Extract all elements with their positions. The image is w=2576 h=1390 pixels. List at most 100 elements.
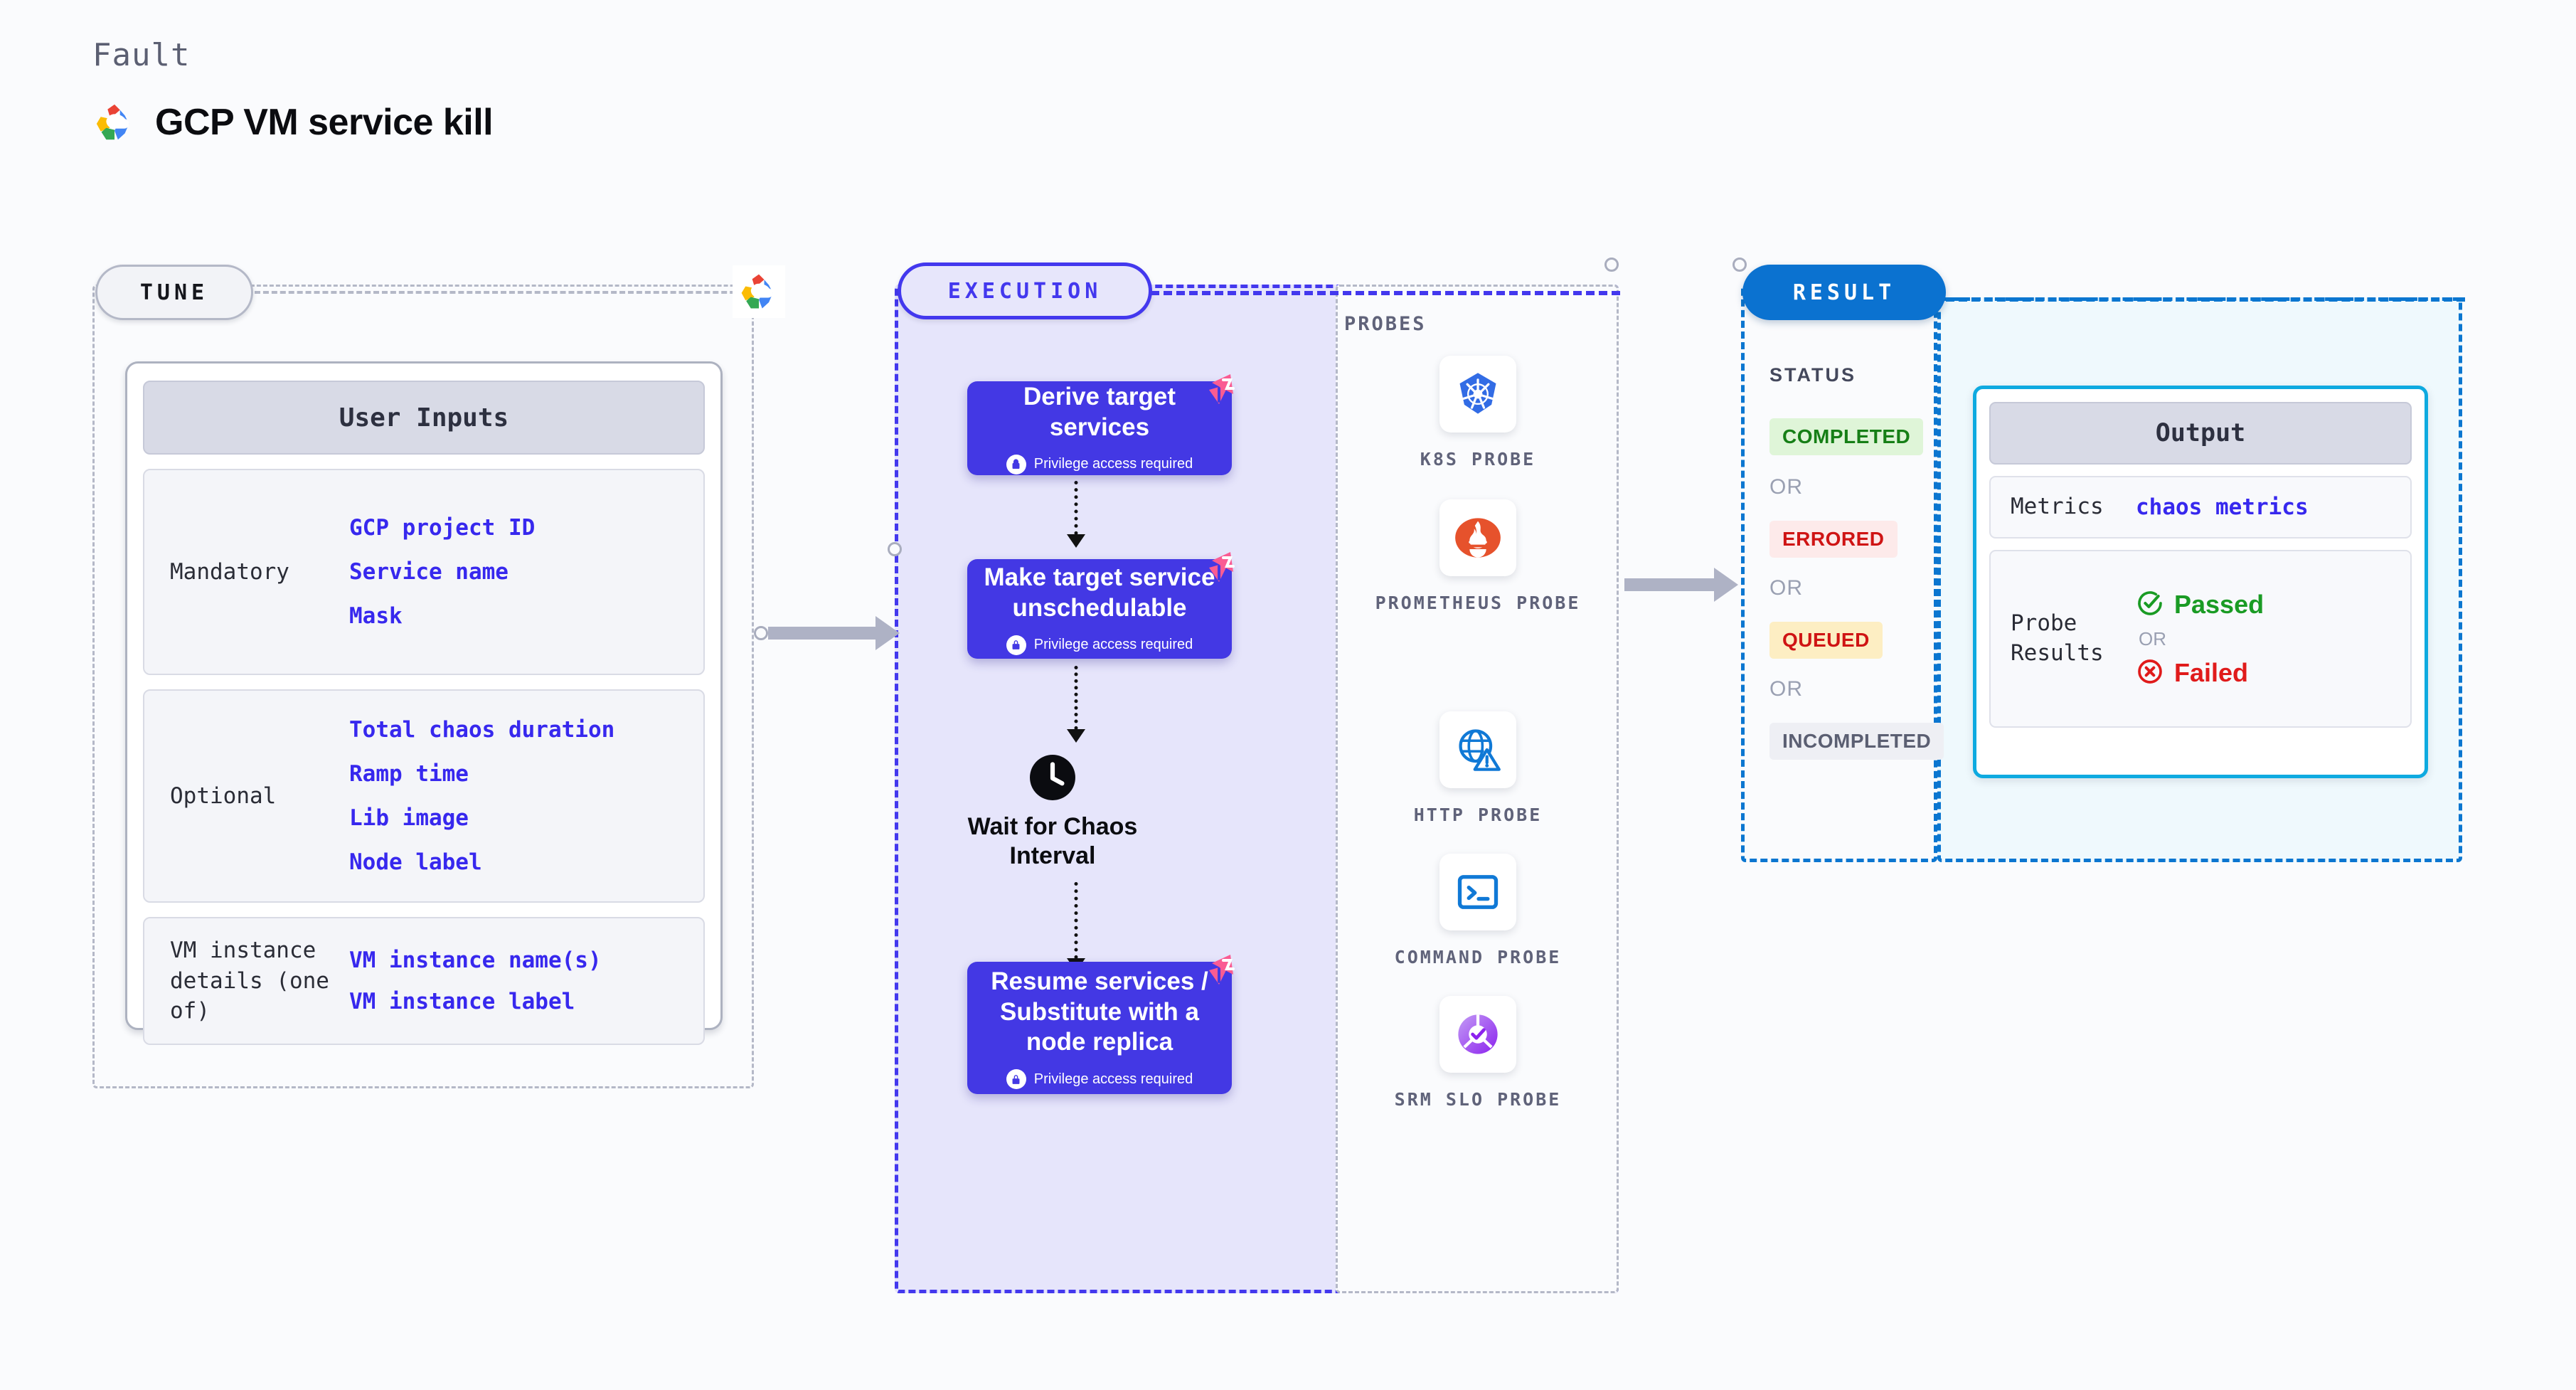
input-group-values: Total chaos duration Ramp time Lib image… — [349, 717, 614, 875]
connector-anchor-dot — [1604, 258, 1619, 272]
execution-node[interactable]: Make target service unschedulable Privil… — [967, 552, 1235, 659]
connector-anchor-dot — [1733, 258, 1747, 272]
result-stage-pill[interactable]: RESULT — [1742, 265, 1946, 320]
input-value[interactable]: Service name — [349, 559, 535, 585]
gcp-logo-icon — [733, 265, 785, 318]
output-title: Output — [1989, 402, 2412, 465]
status-badge-incompleted: INCOMPLETED — [1769, 723, 1944, 760]
probe-result-or: OR — [2139, 627, 2166, 649]
input-value[interactable]: VM instance name(s) — [349, 948, 602, 973]
result-connector-line — [1946, 297, 2465, 302]
execution-node[interactable]: Resume services / Substitute with a node… — [967, 955, 1235, 1094]
flow-connector-dotted — [1064, 882, 1088, 972]
result-pill-label: RESULT — [1792, 280, 1896, 305]
input-value[interactable]: Mask — [349, 603, 535, 629]
probe-label: SRM SLO PROBE — [1394, 1089, 1562, 1110]
terminal-icon — [1439, 854, 1516, 930]
page-title: GCP VM service kill — [155, 102, 494, 143]
status-or-separator: OR — [1769, 475, 1803, 499]
execution-node-title: Make target service unschedulable — [984, 563, 1215, 622]
probe-item-srm-slo[interactable]: SRM SLO PROBE — [1371, 996, 1585, 1112]
probe-result-values: Passed OR Failed — [2136, 589, 2264, 689]
status-badge-queued: QUEUED — [1769, 622, 1883, 659]
status-badge-label: QUEUED — [1782, 629, 1870, 651]
status-badge-label: COMPLETED — [1782, 425, 1911, 447]
arrow-tune-to-execution — [768, 616, 900, 650]
status-badge-errored: ERRORED — [1769, 521, 1898, 558]
fault-title-row: GCP VM service kill — [92, 100, 494, 144]
status-badge-label: INCOMPLETED — [1782, 730, 1932, 752]
user-inputs-card: User Inputs Mandatory GCP project ID Ser… — [125, 361, 723, 1045]
chaos-ribbon-icon — [1198, 367, 1245, 414]
chaos-ribbon-icon — [1198, 545, 1245, 592]
input-group-values: GCP project ID Service name Mask — [349, 515, 535, 629]
prometheus-icon — [1439, 499, 1516, 576]
input-value[interactable]: VM instance label — [349, 989, 602, 1014]
execution-node[interactable]: Derive target services Privilege access … — [967, 374, 1235, 475]
status-badge-label: ERRORED — [1782, 528, 1885, 550]
input-group-key: VM instance details (one of) — [170, 937, 329, 1024]
input-value[interactable]: GCP project ID — [349, 515, 535, 541]
x-circle-icon — [2136, 657, 2164, 689]
execution-stage-pill[interactable]: EXECUTION — [898, 262, 1152, 319]
output-row-metrics: Metrics chaos metrics — [1989, 476, 2412, 539]
privilege-note-text: Privilege access required — [1033, 1071, 1193, 1087]
probe-label: COMMAND PROBE — [1394, 947, 1562, 967]
input-group-key: Mandatory — [170, 558, 289, 585]
wait-node-label: Wait for Chaos Interval — [967, 813, 1138, 870]
execution-connector-line — [1151, 291, 1620, 295]
user-inputs-title: User Inputs — [143, 381, 705, 455]
status-or-separator: OR — [1769, 576, 1803, 600]
http-globe-warning-icon — [1439, 711, 1516, 788]
privilege-note: Privilege access required — [1006, 635, 1193, 655]
output-row-key: Probe Results — [2011, 610, 2104, 666]
connector-anchor-dot — [754, 626, 768, 640]
privilege-note-text: Privilege access required — [1033, 637, 1193, 653]
privilege-note: Privilege access required — [1006, 454, 1193, 474]
wait-for-chaos-interval-node: Wait for Chaos Interval — [946, 754, 1159, 871]
privilege-note-text: Privilege access required — [1033, 456, 1193, 472]
status-or-separator: OR — [1769, 677, 1803, 701]
input-value[interactable]: Node label — [349, 849, 614, 875]
input-group-values: VM instance name(s) VM instance label — [349, 948, 602, 1014]
output-metrics-value[interactable]: chaos metrics — [2136, 494, 2309, 520]
lock-icon — [1006, 1069, 1026, 1090]
connector-anchor-dot — [888, 542, 902, 556]
input-value[interactable]: Ramp time — [349, 761, 614, 787]
status-title: STATUS — [1769, 364, 1856, 386]
input-group-vm-details: VM instance details (one of) VM instance… — [143, 917, 705, 1045]
input-group-optional: Optional Total chaos duration Ramp time … — [143, 689, 705, 903]
probe-label: HTTP PROBE — [1413, 805, 1543, 825]
flow-connector-dotted — [1064, 666, 1088, 743]
output-row-key: Metrics — [2011, 494, 2104, 520]
privilege-note: Privilege access required — [1006, 1069, 1193, 1090]
probe-item-command[interactable]: COMMAND PROBE — [1371, 854, 1585, 970]
execution-pill-label: EXECUTION — [947, 278, 1102, 304]
srm-slo-icon — [1439, 996, 1516, 1073]
chaos-ribbon-icon — [1198, 948, 1245, 994]
execution-node-title: Resume services / Substitute with a node… — [991, 967, 1208, 1056]
kubernetes-icon — [1439, 356, 1516, 433]
tune-stage-pill[interactable]: TUNE — [95, 265, 253, 320]
probe-item-http[interactable]: HTTP PROBE — [1371, 711, 1585, 827]
status-badge-completed: COMPLETED — [1769, 418, 1924, 455]
probe-label: K8S PROBE — [1420, 449, 1536, 469]
tune-pill-label: TUNE — [139, 280, 209, 305]
input-value[interactable]: Lib image — [349, 805, 614, 831]
probe-label: PROMETHEUS PROBE — [1375, 593, 1581, 613]
probe-result-failed: Failed — [2136, 657, 2264, 689]
input-group-key: Optional — [170, 782, 277, 809]
lock-icon — [1006, 454, 1026, 474]
probe-result-passed: Passed — [2136, 589, 2264, 621]
output-row-probe-results: Probe Results Passed OR Failed — [1989, 550, 2412, 728]
probe-result-failed-label: Failed — [2174, 658, 2249, 687]
tune-connector-line — [255, 291, 752, 294]
probe-item-prometheus[interactable]: PROMETHEUS PROBE — [1371, 499, 1585, 615]
page-header: Fault GCP VM service kill — [92, 37, 494, 144]
input-value[interactable]: Total chaos duration — [349, 717, 614, 743]
execution-node-title: Derive target services — [1023, 383, 1176, 441]
arrow-execution-to-result — [1624, 568, 1738, 602]
probe-item-k8s[interactable]: K8S PROBE — [1371, 356, 1585, 472]
fault-eyebrow: Fault — [92, 37, 191, 73]
output-card: Output Metrics chaos metrics Probe Resul… — [1973, 386, 2428, 778]
